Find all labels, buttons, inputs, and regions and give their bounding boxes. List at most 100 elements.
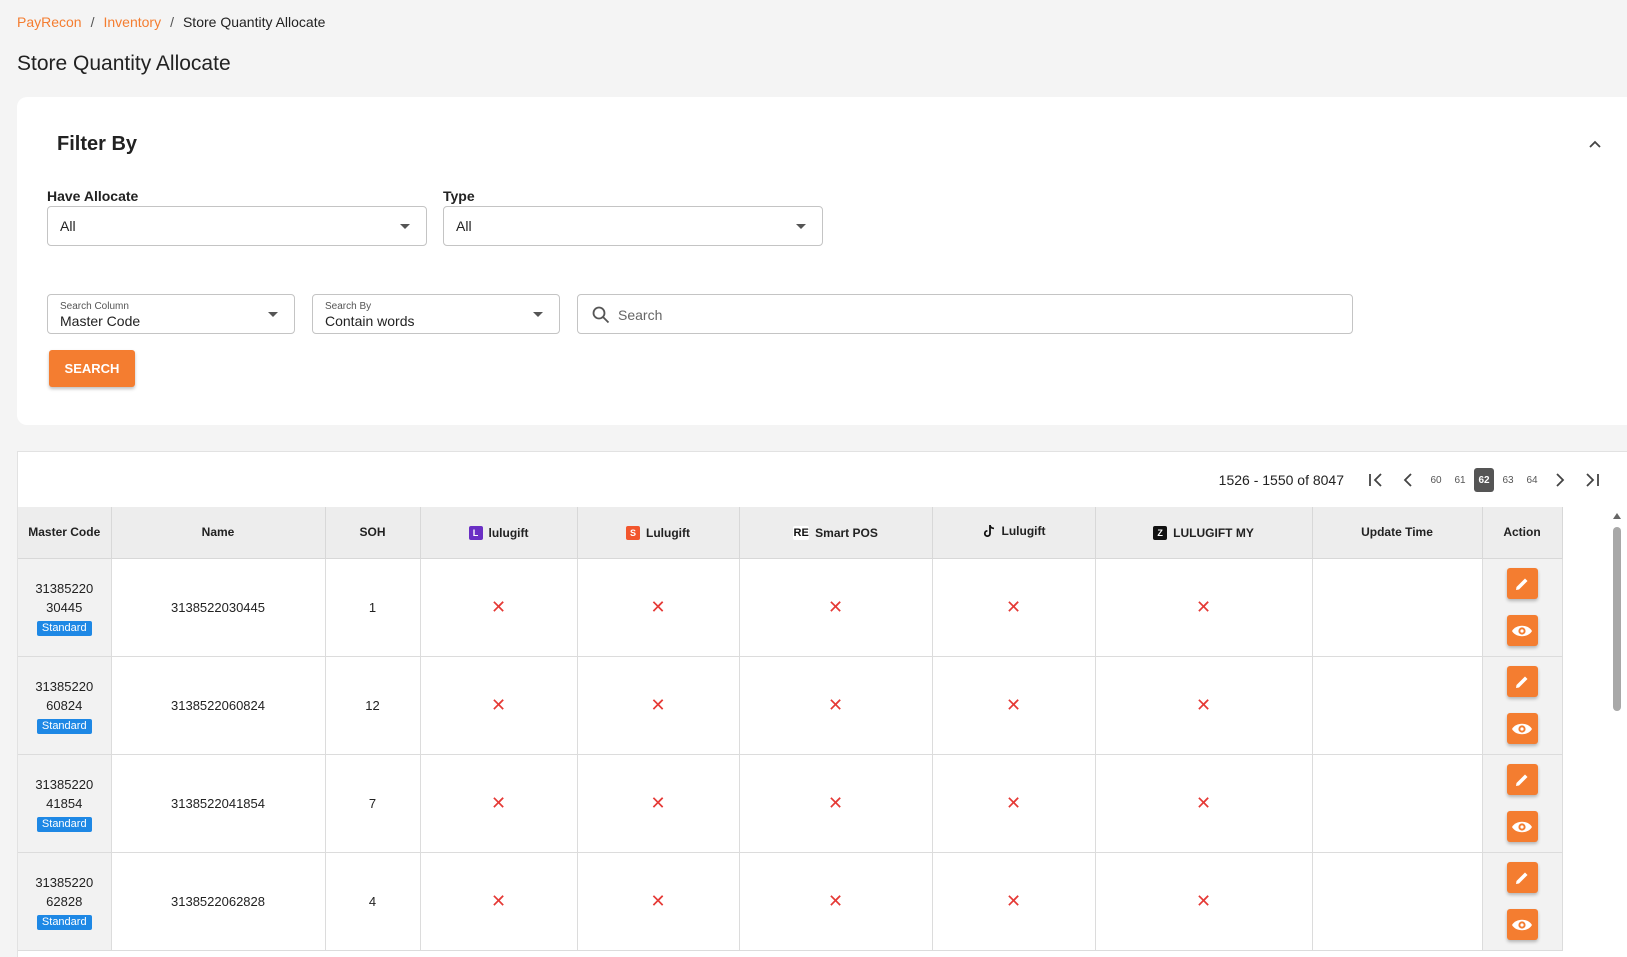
- not-allocated-icon: ✕: [490, 890, 507, 911]
- breadcrumb: PayRecon / Inventory / Store Quantity Al…: [17, 14, 325, 30]
- col-action: Action: [1482, 507, 1563, 559]
- lulugift-shop-icon: L: [468, 525, 483, 540]
- search-column-select[interactable]: Search Column Master Code: [47, 294, 295, 334]
- filter-panel: Filter By Have Allocate All Type All Sea…: [17, 97, 1627, 425]
- master-code-part: 41854: [46, 795, 83, 811]
- edit-button[interactable]: [1506, 568, 1538, 599]
- col-channel-tiktok[interactable]: Lulugift: [932, 507, 1096, 559]
- page-number[interactable]: 63: [1498, 468, 1518, 492]
- search-icon: [592, 306, 610, 324]
- page-number[interactable]: 64: [1522, 468, 1542, 492]
- scroll-up-arrow-icon[interactable]: [1613, 513, 1621, 519]
- master-code-part: 31385220: [35, 776, 94, 792]
- type-badge: Standard: [36, 816, 92, 832]
- master-code-cell: 31385220 30445 Standard: [18, 558, 112, 657]
- update-time-cell: [1312, 852, 1483, 951]
- not-allocated-icon: ✕: [827, 596, 844, 617]
- name-cell: 3138522062828: [111, 852, 326, 951]
- not-allocated-icon: ✕: [1005, 890, 1022, 911]
- smart-pos-icon: RE: [793, 525, 810, 540]
- action-cell: [1482, 754, 1563, 853]
- pagination: 1526 - 1550 of 8047 60 61 62 63 64: [1219, 466, 1606, 494]
- action-cell: [1482, 558, 1563, 657]
- breadcrumb-inventory-link[interactable]: Inventory: [103, 14, 161, 30]
- table-scrollbar[interactable]: [1612, 513, 1622, 957]
- caret-down-icon: [796, 224, 806, 229]
- page-number[interactable]: 61: [1450, 468, 1470, 492]
- not-allocated-icon: ✕: [490, 792, 507, 813]
- edit-button[interactable]: [1506, 764, 1538, 795]
- channel-name: Lulugift: [1001, 523, 1046, 538]
- search-by-label: Search By: [325, 301, 372, 312]
- col-master-code[interactable]: Master Code: [18, 507, 112, 559]
- have-allocate-select[interactable]: All: [47, 206, 427, 246]
- prev-page-icon[interactable]: [1394, 468, 1422, 492]
- not-allocated-icon: ✕: [650, 792, 666, 813]
- breadcrumb-home-link[interactable]: PayRecon: [17, 14, 82, 30]
- table-row: 31385220 60824 Standard 3138522060824 12…: [18, 656, 1563, 755]
- col-name[interactable]: Name: [111, 507, 326, 559]
- not-allocated-icon: ✕: [490, 694, 507, 715]
- page-number[interactable]: 60: [1426, 468, 1446, 492]
- master-code-part: 60824: [46, 697, 83, 713]
- last-page-icon[interactable]: [1578, 468, 1606, 492]
- col-channel-zalora[interactable]: Z LULUGIFT MY: [1095, 507, 1313, 559]
- pagination-range: 1526 - 1550 of 8047: [1218, 472, 1344, 488]
- not-allocated-icon: ✕: [1195, 694, 1212, 715]
- have-allocate-value: All: [60, 218, 76, 234]
- view-button[interactable]: [1506, 811, 1538, 842]
- filter-title: Filter By: [57, 133, 138, 155]
- type-badge: Standard: [36, 718, 92, 734]
- view-button[interactable]: [1506, 909, 1538, 940]
- edit-button[interactable]: [1506, 862, 1538, 893]
- tiktok-icon: [983, 524, 994, 537]
- table-row: 31385220 62828 Standard 3138522062828 4 …: [18, 852, 1563, 951]
- type-label: Type: [443, 188, 475, 204]
- zalora-icon: Z: [1153, 525, 1168, 540]
- not-allocated-icon: ✕: [650, 596, 666, 617]
- table-body: 31385220 30445 Standard 3138522030445 1 …: [18, 558, 1563, 951]
- eye-icon: [1512, 919, 1532, 930]
- breadcrumb-separator: /: [90, 14, 95, 30]
- edit-button[interactable]: [1506, 666, 1538, 697]
- first-page-icon[interactable]: [1362, 468, 1390, 492]
- col-channel-smart-pos[interactable]: RE Smart POS: [739, 507, 933, 559]
- not-allocated-icon: ✕: [827, 694, 844, 715]
- update-time-cell: [1312, 754, 1483, 853]
- eye-icon: [1512, 821, 1532, 832]
- search-input[interactable]: [618, 303, 1318, 327]
- caret-down-icon: [533, 312, 543, 317]
- have-allocate-label: Have Allocate: [47, 188, 139, 204]
- name-cell: 3138522030445: [111, 558, 326, 657]
- caret-down-icon: [268, 312, 278, 317]
- page-number-current[interactable]: 62: [1474, 468, 1494, 492]
- table-header-row: Master Code Name SOH L lulugift S Lulugi…: [18, 507, 1563, 559]
- master-code-part: 31385220: [35, 874, 94, 890]
- not-allocated-icon: ✕: [1195, 792, 1212, 813]
- scrollbar-thumb[interactable]: [1613, 527, 1621, 711]
- not-allocated-icon: ✕: [1005, 596, 1022, 617]
- view-button[interactable]: [1506, 713, 1538, 744]
- master-code-cell: 31385220 60824 Standard: [18, 656, 112, 755]
- col-channel-shopee[interactable]: S Lulugift: [577, 507, 740, 559]
- soh-cell: 1: [325, 558, 421, 657]
- search-column-value: Master Code: [60, 313, 141, 329]
- master-code-part: 31385220: [35, 580, 94, 596]
- search-by-select[interactable]: Search By Contain words: [312, 294, 560, 334]
- channel-name: LULUGIFT MY: [1173, 525, 1254, 540]
- search-column-label: Search Column: [60, 301, 129, 312]
- chevron-up-icon[interactable]: [1587, 137, 1603, 153]
- next-page-icon[interactable]: [1546, 468, 1574, 492]
- view-button[interactable]: [1506, 615, 1538, 646]
- col-channel-lulugift[interactable]: L lulugift: [420, 507, 578, 559]
- search-button[interactable]: SEARCH: [49, 350, 135, 387]
- not-allocated-icon: ✕: [650, 694, 666, 715]
- pencil-icon: [1516, 578, 1528, 590]
- action-cell: [1482, 852, 1563, 951]
- master-code-cell: 31385220 62828 Standard: [18, 852, 112, 951]
- pencil-icon: [1516, 872, 1528, 884]
- caret-down-icon: [400, 224, 410, 229]
- col-update-time[interactable]: Update Time: [1312, 507, 1483, 559]
- col-soh[interactable]: SOH: [325, 507, 421, 559]
- type-select[interactable]: All: [443, 206, 823, 246]
